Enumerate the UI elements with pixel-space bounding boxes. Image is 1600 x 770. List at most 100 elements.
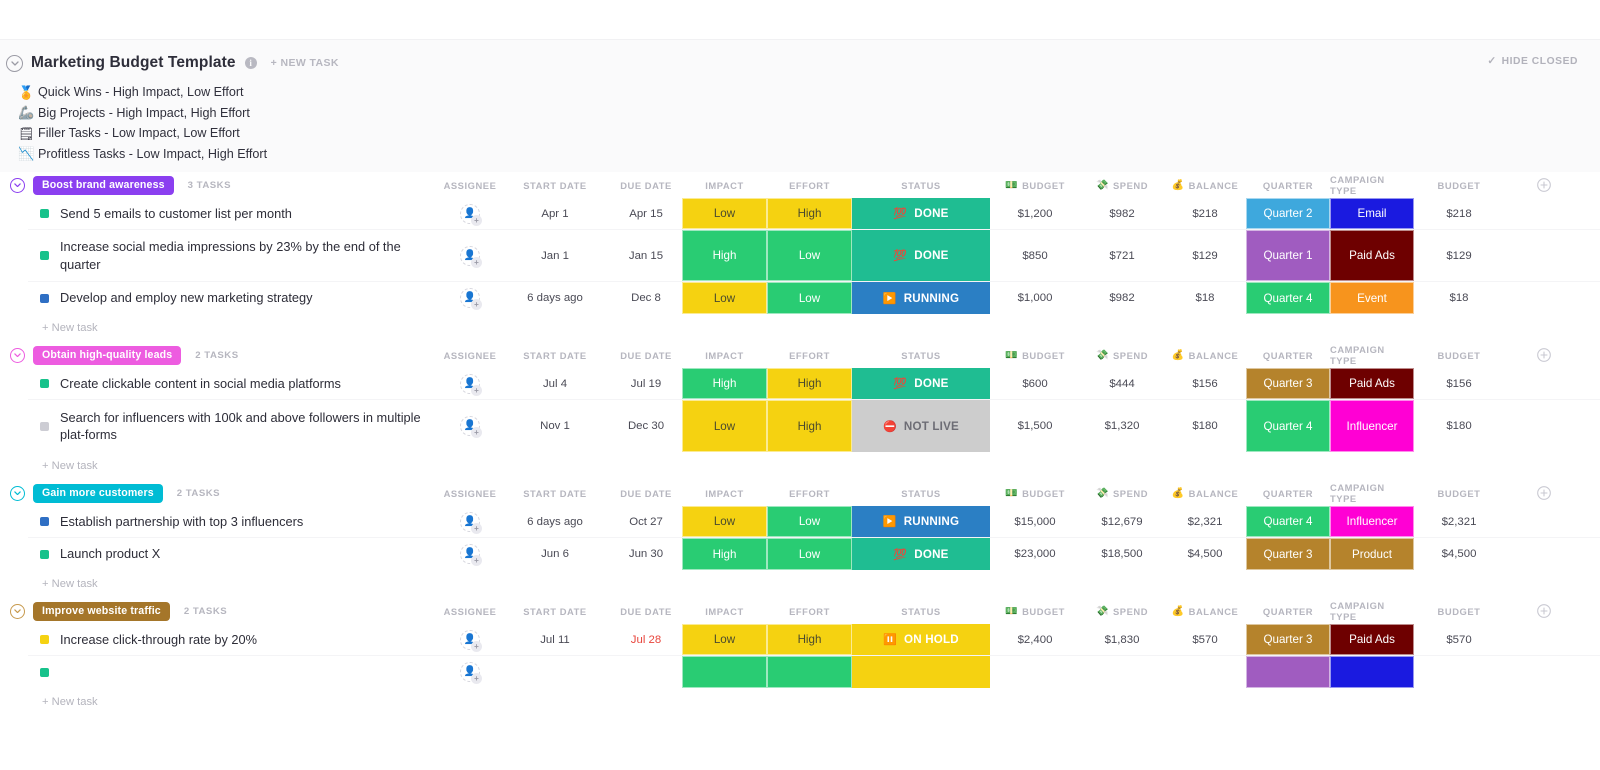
priority-square-icon[interactable] [40, 421, 49, 431]
spend-cell[interactable]: $444 [1080, 368, 1164, 399]
assignee-cell[interactable]: 👤 + [440, 368, 500, 399]
avatar[interactable]: 👤 + [460, 511, 482, 534]
status-cell[interactable] [852, 656, 990, 688]
budget-2-cell[interactable]: $2,321 [1414, 506, 1504, 537]
due-date-cell[interactable]: Jul 19 [610, 368, 682, 399]
effort-cell[interactable]: Low [767, 282, 852, 314]
assignee-cell[interactable]: 👤 + [440, 400, 500, 452]
group-collapse-chevron-down-icon[interactable] [10, 177, 25, 193]
spend-cell[interactable]: $982 [1080, 198, 1164, 229]
col-header-assignee[interactable]: ASSIGNEE [440, 172, 500, 198]
col-header-impact[interactable]: IMPACT [682, 480, 767, 506]
col-header-status[interactable]: STATUS [852, 342, 990, 368]
group-collapse-chevron-down-icon[interactable] [10, 347, 25, 363]
assignee-cell[interactable]: 👤 + [440, 282, 500, 314]
start-date-cell[interactable]: Jul 4 [500, 368, 610, 399]
add-column-button[interactable] [1524, 480, 1564, 506]
add-assignee-plus-icon[interactable]: + [471, 522, 482, 534]
col-header-assignee[interactable]: ASSIGNEE [440, 342, 500, 368]
campaign-type-cell[interactable]: Product [1330, 538, 1414, 570]
spend-cell[interactable]: $12,679 [1080, 506, 1164, 537]
campaign-type-cell[interactable]: Paid Ads [1330, 368, 1414, 399]
group-collapse-chevron-down-icon[interactable] [10, 603, 25, 619]
group-name-badge[interactable]: Gain more customers [33, 483, 163, 503]
table-row[interactable]: Launch product X 👤 + Jun 6 Jun 30 High Low 💯 DON… [28, 538, 1600, 570]
col-header-due-date[interactable]: DUE DATE [610, 172, 682, 198]
col-header-spend[interactable]: 💸 SPEND [1080, 342, 1164, 368]
col-header-due-date[interactable]: DUE DATE [610, 342, 682, 368]
col-header-budget[interactable]: 💵 BUDGET [990, 598, 1080, 624]
col-header-quarter[interactable]: QUARTER [1246, 480, 1330, 506]
info-icon[interactable]: i [244, 57, 257, 69]
balance-cell[interactable]: $4,500 [1164, 538, 1246, 570]
col-header-budget-2[interactable]: BUDGET [1414, 172, 1504, 198]
status-cell[interactable]: ⛔ NOT LIVE [852, 400, 990, 452]
avatar[interactable]: 👤 + [460, 245, 482, 268]
assignee-cell[interactable]: 👤 + [440, 230, 500, 281]
col-header-start-date[interactable]: START DATE [500, 172, 610, 198]
spend-cell[interactable]: $18,500 [1080, 538, 1164, 570]
group-name-badge[interactable]: Obtain high-quality leads [33, 345, 182, 365]
col-header-status[interactable]: STATUS [852, 172, 990, 198]
table-row[interactable]: Search for influencers with 100k and abo… [28, 400, 1600, 452]
effort-cell[interactable]: High [767, 368, 852, 399]
due-date-cell[interactable]: Dec 30 [610, 400, 682, 452]
status-cell[interactable]: 💯 DONE [852, 198, 990, 229]
col-header-budget[interactable]: 💵 BUDGET [990, 342, 1080, 368]
col-header-due-date[interactable]: DUE DATE [610, 480, 682, 506]
start-date-cell[interactable]: Nov 1 [500, 400, 610, 452]
budget-2-cell[interactable]: $570 [1414, 624, 1504, 655]
col-header-balance[interactable]: 💰 BALANCE [1164, 172, 1246, 198]
col-header-start-date[interactable]: START DATE [500, 598, 610, 624]
col-header-spend[interactable]: 💸 SPEND [1080, 598, 1164, 624]
budget-2-cell[interactable] [1414, 656, 1504, 688]
task-name-cell[interactable]: Increase social media impressions by 23%… [28, 230, 440, 281]
budget-2-cell[interactable]: $129 [1414, 230, 1504, 281]
col-header-start-date[interactable]: START DATE [500, 342, 610, 368]
table-row[interactable]: Create clickable content in social media… [28, 368, 1600, 400]
quarter-cell[interactable]: Quarter 4 [1246, 400, 1330, 452]
impact-cell[interactable]: Low [682, 282, 767, 314]
task-name-cell[interactable]: Increase click-through rate by 20% [28, 624, 440, 655]
effort-cell[interactable]: Low [767, 506, 852, 537]
col-header-budget-2[interactable]: BUDGET [1414, 598, 1504, 624]
spend-cell[interactable]: $982 [1080, 282, 1164, 314]
campaign-type-cell[interactable]: Influencer [1330, 506, 1414, 537]
impact-cell[interactable] [682, 656, 767, 688]
col-header-budget-2[interactable]: BUDGET [1414, 480, 1504, 506]
balance-cell[interactable] [1164, 656, 1246, 688]
effort-cell[interactable]: Low [767, 230, 852, 281]
col-header-balance[interactable]: 💰 BALANCE [1164, 480, 1246, 506]
group-collapse-chevron-down-icon[interactable] [10, 485, 25, 501]
due-date-cell[interactable]: Jul 28 [610, 624, 682, 655]
group-name-badge[interactable]: Boost brand awareness [33, 175, 174, 195]
add-new-task-button[interactable]: + New task [0, 570, 1600, 598]
task-name-cell[interactable]: Launch product X [28, 538, 440, 570]
priority-square-icon[interactable] [40, 251, 49, 260]
col-header-quarter[interactable]: QUARTER [1246, 172, 1330, 198]
add-new-task-button[interactable]: + New task [0, 452, 1600, 480]
col-header-balance[interactable]: 💰 BALANCE [1164, 598, 1246, 624]
quarter-cell[interactable]: Quarter 3 [1246, 624, 1330, 655]
col-header-due-date[interactable]: DUE DATE [610, 598, 682, 624]
balance-cell[interactable]: $218 [1164, 198, 1246, 229]
table-row[interactable]: Increase click-through rate by 20% 👤 + Jul … [28, 624, 1600, 656]
priority-square-icon[interactable] [40, 667, 49, 677]
balance-cell[interactable]: $156 [1164, 368, 1246, 399]
budget-cell[interactable]: $600 [990, 368, 1080, 399]
avatar[interactable]: 👤 + [460, 373, 482, 396]
impact-cell[interactable]: Low [682, 400, 767, 452]
add-new-task-button[interactable]: + New task [0, 688, 1600, 716]
start-date-cell[interactable]: Jun 6 [500, 538, 610, 570]
avatar[interactable]: 👤 + [460, 662, 482, 684]
assignee-cell[interactable]: 👤 + [440, 538, 500, 570]
col-header-budget[interactable]: 💵 BUDGET [990, 172, 1080, 198]
add-new-task-button[interactable]: + New task [0, 314, 1600, 342]
col-header-start-date[interactable]: START DATE [500, 480, 610, 506]
effort-cell[interactable] [767, 656, 852, 688]
balance-cell[interactable]: $129 [1164, 230, 1246, 281]
add-assignee-plus-icon[interactable]: + [471, 427, 482, 438]
quarter-cell[interactable]: Quarter 3 [1246, 538, 1330, 570]
status-cell[interactable]: 💯 DONE [852, 538, 990, 570]
add-assignee-plus-icon[interactable]: + [471, 256, 482, 268]
